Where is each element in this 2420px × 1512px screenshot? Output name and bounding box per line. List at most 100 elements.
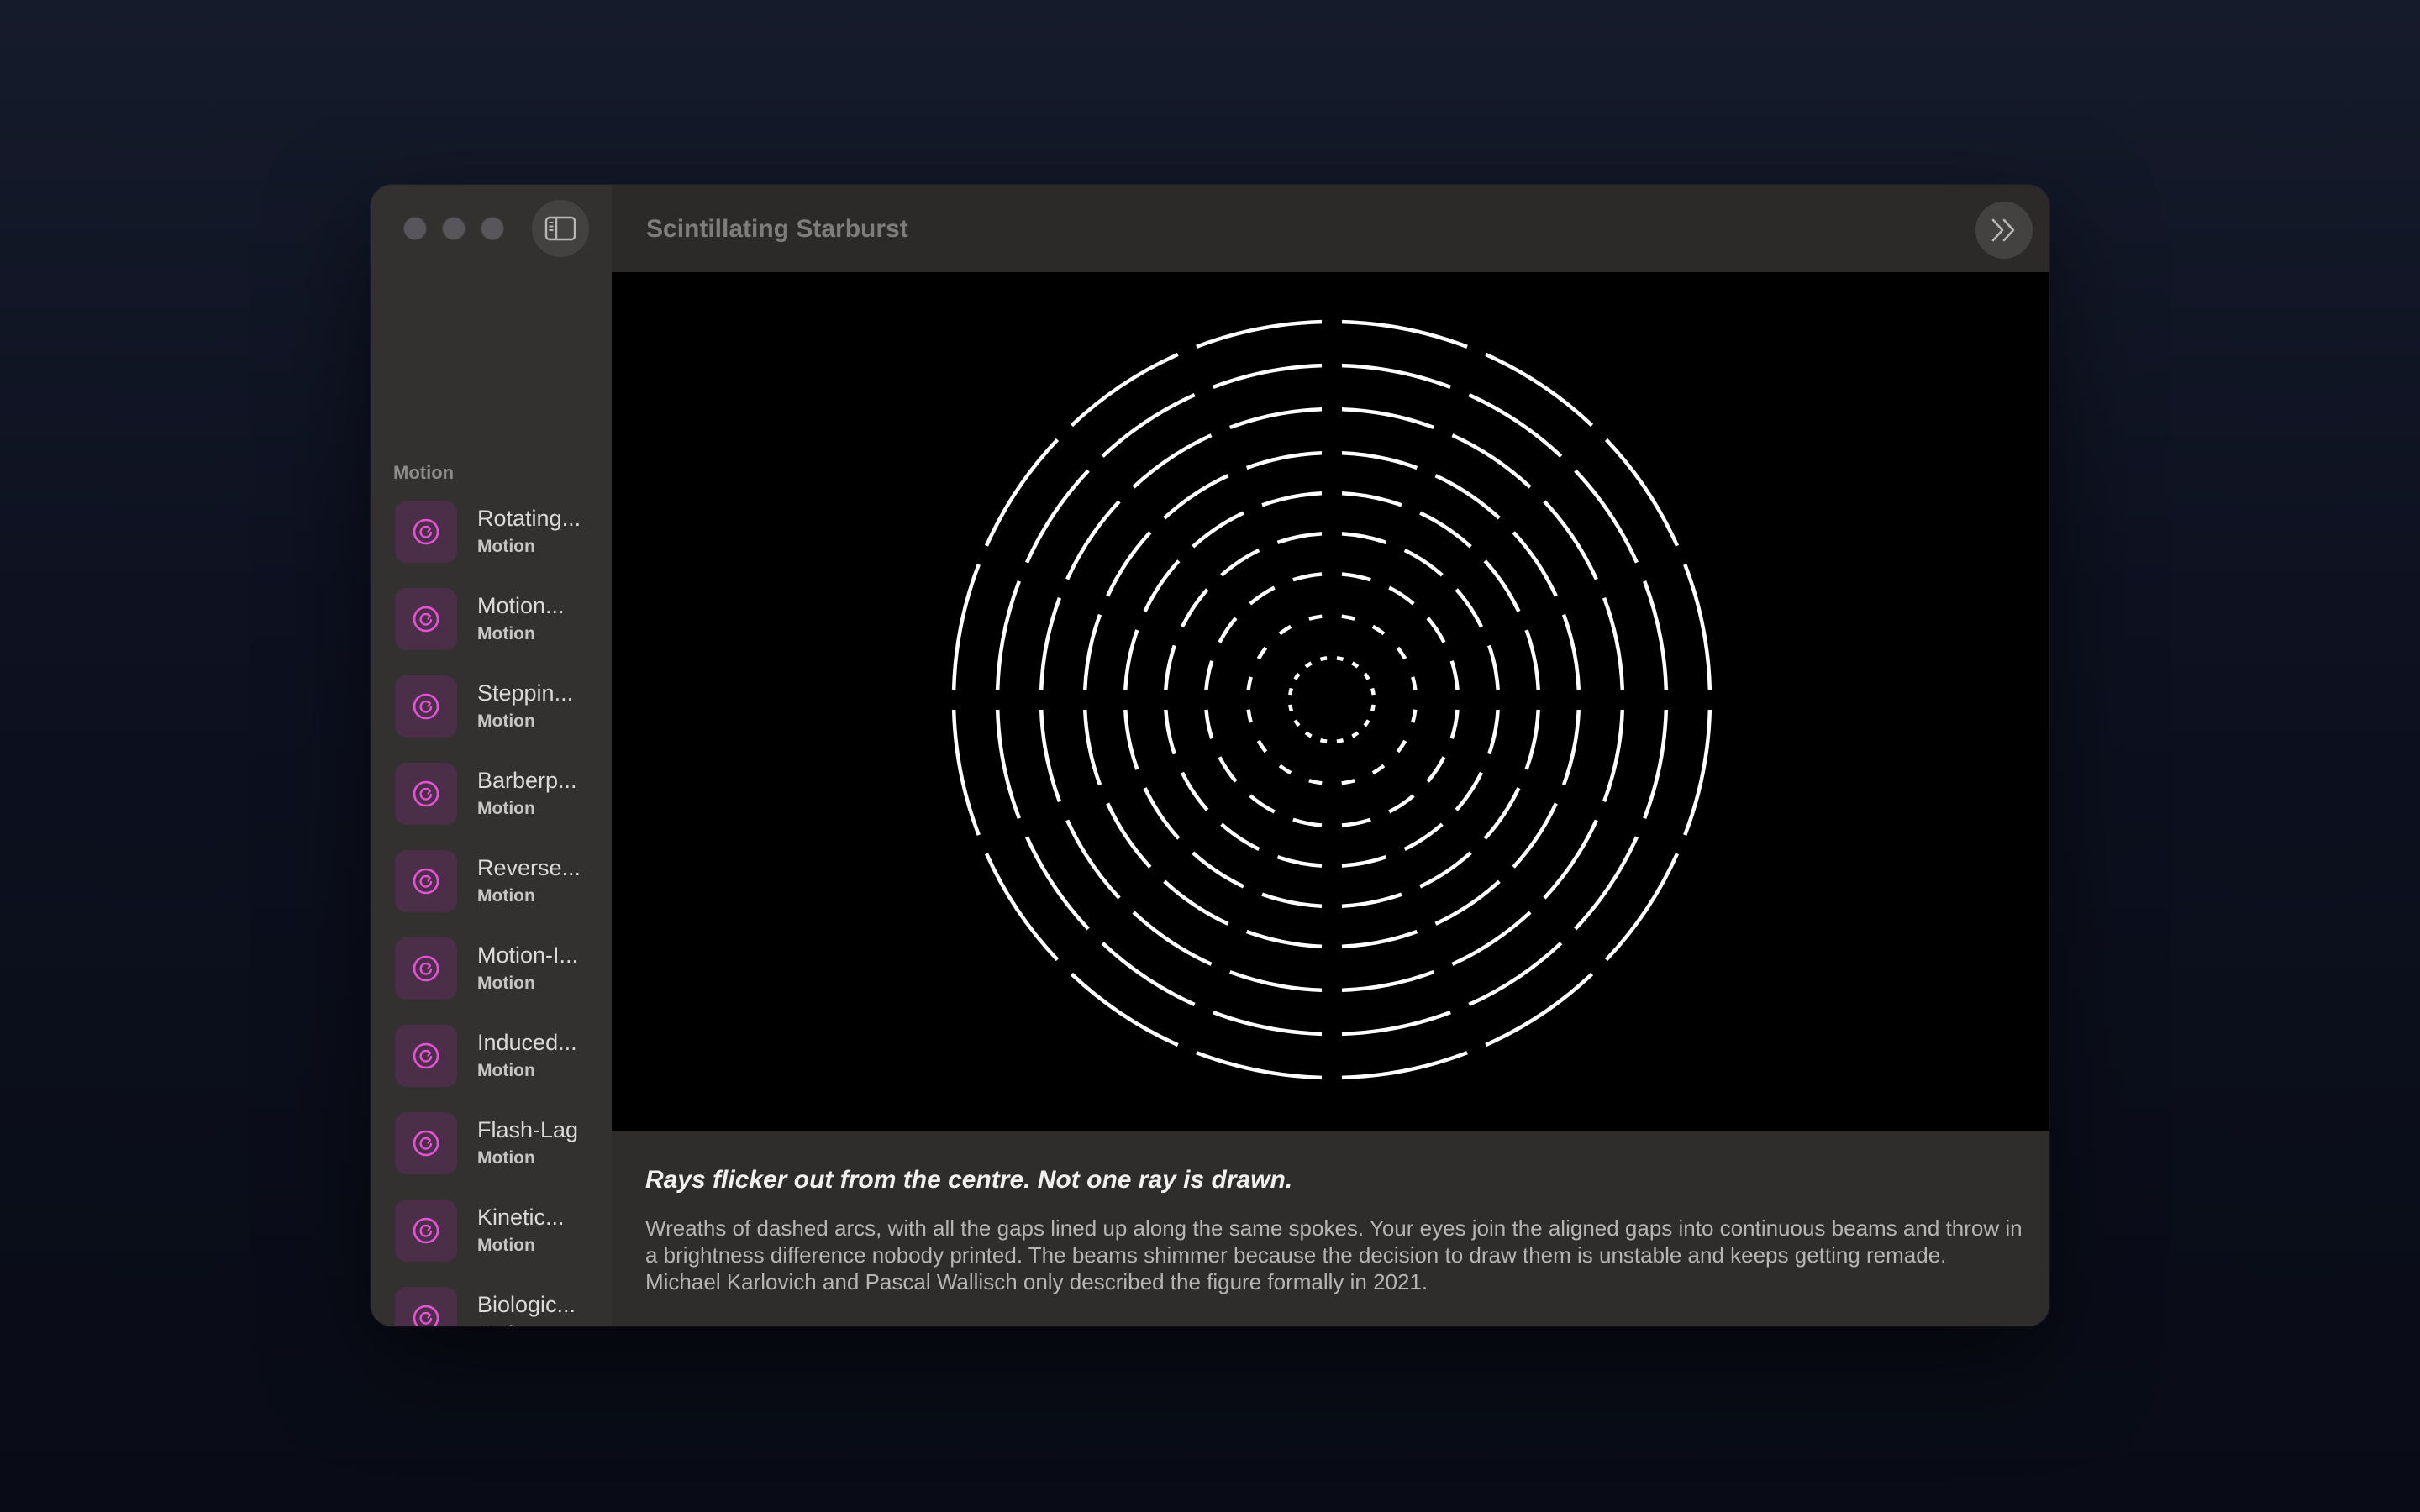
dashed-arc (1434, 879, 1501, 926)
scintillating-starburst-figure (951, 319, 1712, 1080)
expand-button[interactable] (1975, 202, 2033, 259)
dashed-arc (1341, 491, 1402, 507)
sidebar-item-subtitle: Motion (477, 974, 535, 993)
dashed-arc (1411, 709, 1418, 723)
caption-body: Wreaths of dashed arcs, with all the gap… (645, 1215, 2023, 1294)
dashed-arc (1164, 644, 1176, 690)
sidebar-item[interactable]: Reverse... Motion (371, 840, 612, 927)
dashed-arc (1261, 491, 1323, 507)
sidebar-item-title: Induced... (477, 1030, 577, 1055)
dashed-arc (1512, 531, 1558, 597)
dashed-arc (1341, 929, 1418, 949)
sidebar-section-label: Motion (393, 462, 455, 483)
dashed-arc (1411, 676, 1418, 690)
dashed-arc (1487, 644, 1500, 690)
dashed-arc (1304, 661, 1313, 669)
illusion-canvas (612, 272, 2049, 1131)
dashed-arc (1403, 548, 1444, 577)
dashed-arc (1543, 500, 1598, 580)
dashed-arc (1288, 687, 1294, 696)
dashed-arc (1561, 709, 1581, 786)
dashed-arc (1371, 764, 1386, 775)
sidebar-item[interactable]: Steppin... Motion (371, 665, 612, 753)
rotation-icon (395, 1112, 457, 1174)
dashed-arc (1292, 572, 1323, 582)
dashed-arc (1341, 1051, 1468, 1080)
dashed-arc (1082, 709, 1102, 786)
dashed-arc (1106, 531, 1152, 597)
sidebar-item-subtitle: Motion (477, 711, 535, 731)
sidebar-item[interactable]: Barberp... Motion (371, 753, 612, 840)
dashed-arc (1196, 1051, 1323, 1080)
rotation-icon (395, 588, 457, 650)
minimize-window-button[interactable] (442, 217, 466, 240)
sidebar-item[interactable]: Biologic... Motion (371, 1277, 612, 1326)
sidebar-item-title: Kinetic... (477, 1205, 565, 1230)
dashed-arc (1304, 731, 1313, 738)
dashed-arc (1123, 709, 1139, 770)
rotation-icon (395, 937, 457, 1000)
dashed-arc (951, 564, 981, 690)
dashed-arc (1341, 450, 1418, 470)
dashed-arc (1245, 450, 1323, 470)
dashed-arc (1561, 613, 1581, 690)
dashed-arc (1643, 709, 1669, 819)
sidebar-item-title: Biologic... (477, 1292, 576, 1317)
sidebar-item-title: Flash-Lag (477, 1117, 579, 1142)
sidebar-item-title: Motion... (477, 593, 565, 618)
dashed-arc (1293, 672, 1301, 680)
sidebar-item[interactable]: Motion-I... Motion (371, 927, 612, 1015)
sidebar-item[interactable]: Induced... Motion (371, 1015, 612, 1102)
dashed-arc (984, 438, 1060, 547)
dashed-arc (1468, 392, 1563, 458)
sidebar-item[interactable]: Flash-Lag Motion (371, 1102, 612, 1189)
dashed-arc (1451, 433, 1532, 489)
dashed-arc (1449, 709, 1460, 739)
sidebar-item-subtitle: Motion (477, 537, 535, 556)
dashed-arc (1336, 656, 1344, 662)
zoom-window-button[interactable] (481, 217, 504, 240)
dashed-arc (1024, 836, 1090, 931)
sidebar-item[interactable]: Kinetic... Motion (371, 1189, 612, 1277)
dashed-arc (1220, 822, 1260, 852)
dashed-arc (1351, 661, 1360, 669)
dashed-arc (1485, 352, 1594, 428)
dashed-arc (1451, 911, 1532, 966)
dashed-arc (1370, 687, 1376, 696)
dashed-arc (1213, 1011, 1323, 1037)
dashed-arc (1602, 596, 1625, 690)
dashed-arc (1123, 629, 1139, 690)
page-title: Scintillating Starburst (646, 215, 908, 243)
dashed-arc (1341, 892, 1402, 908)
dashed-arc (1065, 500, 1121, 580)
dashed-arc (1278, 764, 1292, 775)
dashed-arc (1604, 853, 1680, 962)
close-window-button[interactable] (403, 217, 427, 240)
dashed-arc (1524, 709, 1540, 770)
illusion-list: Rotating... Motion Motion... Motion Steppin.… (371, 491, 612, 1326)
dashed-arc (995, 709, 1021, 819)
sidebar-item[interactable]: Motion... Motion (371, 578, 612, 665)
dashed-arc (1308, 779, 1323, 785)
dashed-arc (1192, 851, 1244, 889)
app-window: Motion Rotating... Motion Motion... Motion S… (371, 185, 2049, 1326)
sidebar-icon (544, 216, 576, 241)
caption-panel: Rays flicker out from the centre. Not on… (612, 1131, 2049, 1326)
sidebar-item[interactable]: Rotating... Motion (371, 491, 612, 578)
sidebar-toggle-button[interactable] (532, 200, 589, 257)
dashed-arc (1132, 433, 1213, 489)
dashed-arc (995, 580, 1021, 690)
dashed-arc (1388, 585, 1415, 606)
dashed-arc (1106, 802, 1152, 869)
dashed-arc (1351, 731, 1360, 738)
dashed-arc (1487, 709, 1500, 755)
sidebar-item-subtitle: Motion (477, 799, 535, 818)
dashed-arc (1468, 942, 1563, 1007)
dashed-arc (1643, 580, 1669, 690)
sidebar: Motion Rotating... Motion Motion... Motion S… (371, 185, 612, 1326)
dashed-arc (1293, 719, 1301, 727)
dashed-arc (1163, 879, 1229, 926)
dashed-arc (1341, 1011, 1451, 1037)
rotation-icon (395, 675, 457, 738)
dashed-arc (1434, 474, 1501, 520)
